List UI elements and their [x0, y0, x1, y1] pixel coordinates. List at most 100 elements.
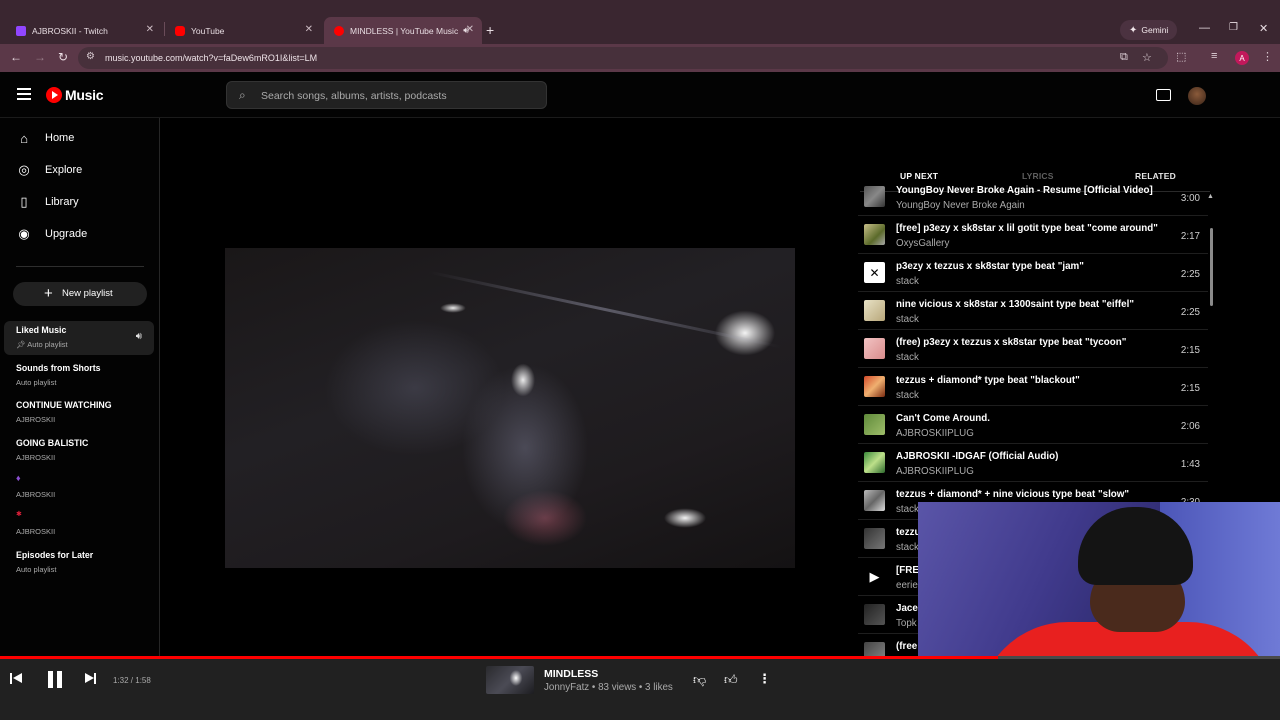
close-tab-icon[interactable]: ✕	[466, 24, 474, 35]
gemini-button[interactable]: ✦ Gemini	[1120, 20, 1178, 40]
browser-toolbar: ← → ↻ ⚙ music.youtube.com/watch?v=faDew6…	[0, 44, 1280, 72]
queue-item[interactable]: YoungBoy Never Broke Again - Resume [Off…	[858, 185, 1208, 216]
search-input[interactable]	[261, 87, 541, 105]
scroll-up-arrow-icon[interactable]: ▲	[1207, 193, 1214, 200]
queue-item[interactable]: Can't Come Around. AJBROSKIIPLUG 2:06	[858, 406, 1208, 444]
queue-item[interactable]: nine vicious x sk8star x 1300saint type …	[858, 292, 1208, 330]
track-artist[interactable]: eerie	[896, 580, 918, 591]
tab-up-next[interactable]: UP NEXT	[900, 171, 938, 181]
track-artist[interactable]: OxysGallery	[896, 238, 949, 249]
playlist-continue-watching[interactable]: CONTINUE WATCHING AJBROSKII	[4, 396, 154, 430]
sidebar-item-explore[interactable]: ◎ Explore	[0, 158, 160, 182]
hamburger-menu-icon[interactable]	[17, 88, 31, 103]
queue-item[interactable]: [free] p3ezy x sk8star x lil gotit type …	[858, 216, 1208, 254]
play-icon[interactable]: ▶	[864, 566, 885, 587]
track-thumbnail	[864, 642, 885, 656]
playlist-subtitle: Auto playlist	[16, 378, 57, 387]
track-duration: 2:25	[1180, 269, 1200, 280]
playlist-red-emoji[interactable]: ✱ AJBROSKII	[4, 508, 154, 542]
close-tab-icon[interactable]: ✕	[146, 24, 154, 35]
gemini-sparkle-icon: ✦	[1129, 24, 1138, 36]
queue-item[interactable]: tezzus + diamond* type beat "blackout" s…	[858, 368, 1208, 406]
playlist-purple-emoji[interactable]: ♦ AJBROSKII	[4, 471, 154, 505]
sidebar-item-home[interactable]: ⌂ Home	[0, 126, 160, 150]
playlist-subtitle: AJBROSKII	[16, 527, 56, 536]
track-artist[interactable]: stack	[896, 314, 919, 325]
track-artist[interactable]: AJBROSKIIPLUG	[896, 428, 974, 439]
playlist-going-balistic[interactable]: GOING BALISTIC AJBROSKII	[4, 434, 154, 468]
now-playing-title[interactable]: MINDLESS	[544, 668, 598, 680]
upgrade-icon: ◉	[18, 226, 30, 241]
back-arrow-icon[interactable]: ←	[10, 50, 22, 64]
tab-related[interactable]: RELATED	[1135, 171, 1176, 181]
track-artist[interactable]: stack	[896, 504, 919, 515]
queue-scrollbar[interactable]	[1210, 228, 1213, 306]
browser-tab-twitch[interactable]: AJBROSKII - Twitch ✕	[6, 17, 162, 44]
media-controls-icon[interactable]: ≡	[1211, 50, 1217, 62]
browser-tab-youtube[interactable]: YouTube ✕	[165, 17, 321, 44]
sidebar-item-library[interactable]: ▯ Library	[0, 190, 160, 214]
dislike-icon[interactable]: 👎︎	[693, 672, 706, 688]
track-duration: 3:00	[1180, 193, 1200, 204]
track-duration: 2:17	[1180, 231, 1200, 242]
track-artist[interactable]: stack	[896, 276, 919, 287]
address-bar[interactable]: ⚙ music.youtube.com/watch?v=faDew6mRO1I&…	[78, 47, 1168, 69]
track-thumbnail: ✕	[864, 262, 885, 283]
tab-lyrics[interactable]: LYRICS	[1022, 171, 1054, 181]
bookmark-star-icon[interactable]: ☆	[1142, 51, 1152, 64]
sidebar-item-upgrade[interactable]: ◉ Upgrade	[0, 222, 160, 246]
playlist-title: Sounds from Shorts	[16, 363, 101, 373]
track-thumbnail	[864, 414, 885, 435]
track-artist[interactable]: YoungBoy Never Broke Again	[896, 200, 1025, 211]
playlist-subtitle: AJBROSKII	[16, 490, 56, 499]
browser-tab-youtube-music[interactable]: MINDLESS | YouTube Music 🔊︎ ✕	[324, 17, 482, 44]
close-tab-icon[interactable]: ✕	[305, 24, 313, 35]
playlist-episodes-for-later[interactable]: Episodes for Later Auto playlist	[4, 546, 154, 580]
more-options-icon[interactable]: ⋮	[758, 671, 771, 687]
video-frame-detail	[428, 270, 782, 349]
minimize-icon[interactable]: —	[1199, 22, 1210, 34]
forward-arrow-icon[interactable]: →	[34, 50, 46, 64]
video-player[interactable]	[225, 248, 795, 568]
playlist-sounds-from-shorts[interactable]: Sounds from Shorts Auto playlist	[4, 359, 154, 393]
now-playing-thumbnail[interactable]	[486, 666, 534, 694]
gemini-label: Gemini	[1141, 25, 1169, 35]
now-playing-volume-icon: 🔊︎	[135, 331, 142, 342]
search-box[interactable]: ⌕	[226, 81, 547, 109]
extensions-icon[interactable]: ⬚	[1176, 50, 1186, 63]
user-avatar[interactable]	[1188, 87, 1206, 105]
track-artist[interactable]: stack	[896, 352, 919, 363]
chrome-menu-icon[interactable]: ⋮	[1262, 50, 1273, 63]
playlist-liked-music[interactable]: Liked Music 📌︎ Auto playlist 🔊︎	[4, 321, 154, 355]
logo-text[interactable]: Music	[65, 87, 103, 103]
track-title: (free) p3ezy x tezzus x sk8star type bea…	[896, 337, 1127, 348]
queue-item[interactable]: ✕ p3ezy x tezzus x sk8star type beat "ja…	[858, 254, 1208, 292]
new-playlist-button[interactable]: + New playlist	[13, 282, 147, 306]
purple-emoji-icon: ♦	[16, 473, 21, 483]
sidebar-item-label: Library	[45, 196, 79, 208]
cast-icon[interactable]	[1156, 89, 1171, 101]
track-duration: 2:06	[1180, 421, 1200, 432]
new-tab-button[interactable]: +	[486, 22, 494, 38]
like-icon[interactable]: 👍︎	[724, 672, 738, 688]
profile-avatar[interactable]: A	[1235, 51, 1249, 65]
site-info-icon[interactable]: ⚙	[86, 51, 95, 62]
track-artist[interactable]: stack	[896, 542, 919, 553]
install-app-icon[interactable]: ⧉	[1120, 51, 1128, 64]
window-close-icon[interactable]: ✕	[1259, 22, 1268, 35]
playlist-title: Liked Music	[16, 325, 67, 335]
queue-item[interactable]: AJBROSKII -IDGAF (Official Audio) AJBROS…	[858, 444, 1208, 482]
queue-item[interactable]: (free) p3ezy x tezzus x sk8star type bea…	[858, 330, 1208, 368]
playlist-title: GOING BALISTIC	[16, 438, 89, 448]
pause-icon[interactable]	[45, 670, 65, 690]
track-artist[interactable]: Topk	[896, 618, 917, 629]
playlist-subtitle: AJBROSKII	[16, 453, 56, 462]
track-artist[interactable]: stack	[896, 390, 919, 401]
youtube-music-logo-icon[interactable]	[46, 87, 62, 103]
restore-icon[interactable]: ❐	[1229, 22, 1238, 33]
reload-icon[interactable]: ↻	[58, 50, 68, 64]
now-playing-subtitle[interactable]: JonnyFatz • 83 views • 3 likes	[544, 682, 673, 693]
playlist-subtitle-text: Auto playlist	[27, 340, 68, 349]
track-artist[interactable]: AJBROSKIIPLUG	[896, 466, 974, 477]
track-thumbnail	[864, 338, 885, 359]
